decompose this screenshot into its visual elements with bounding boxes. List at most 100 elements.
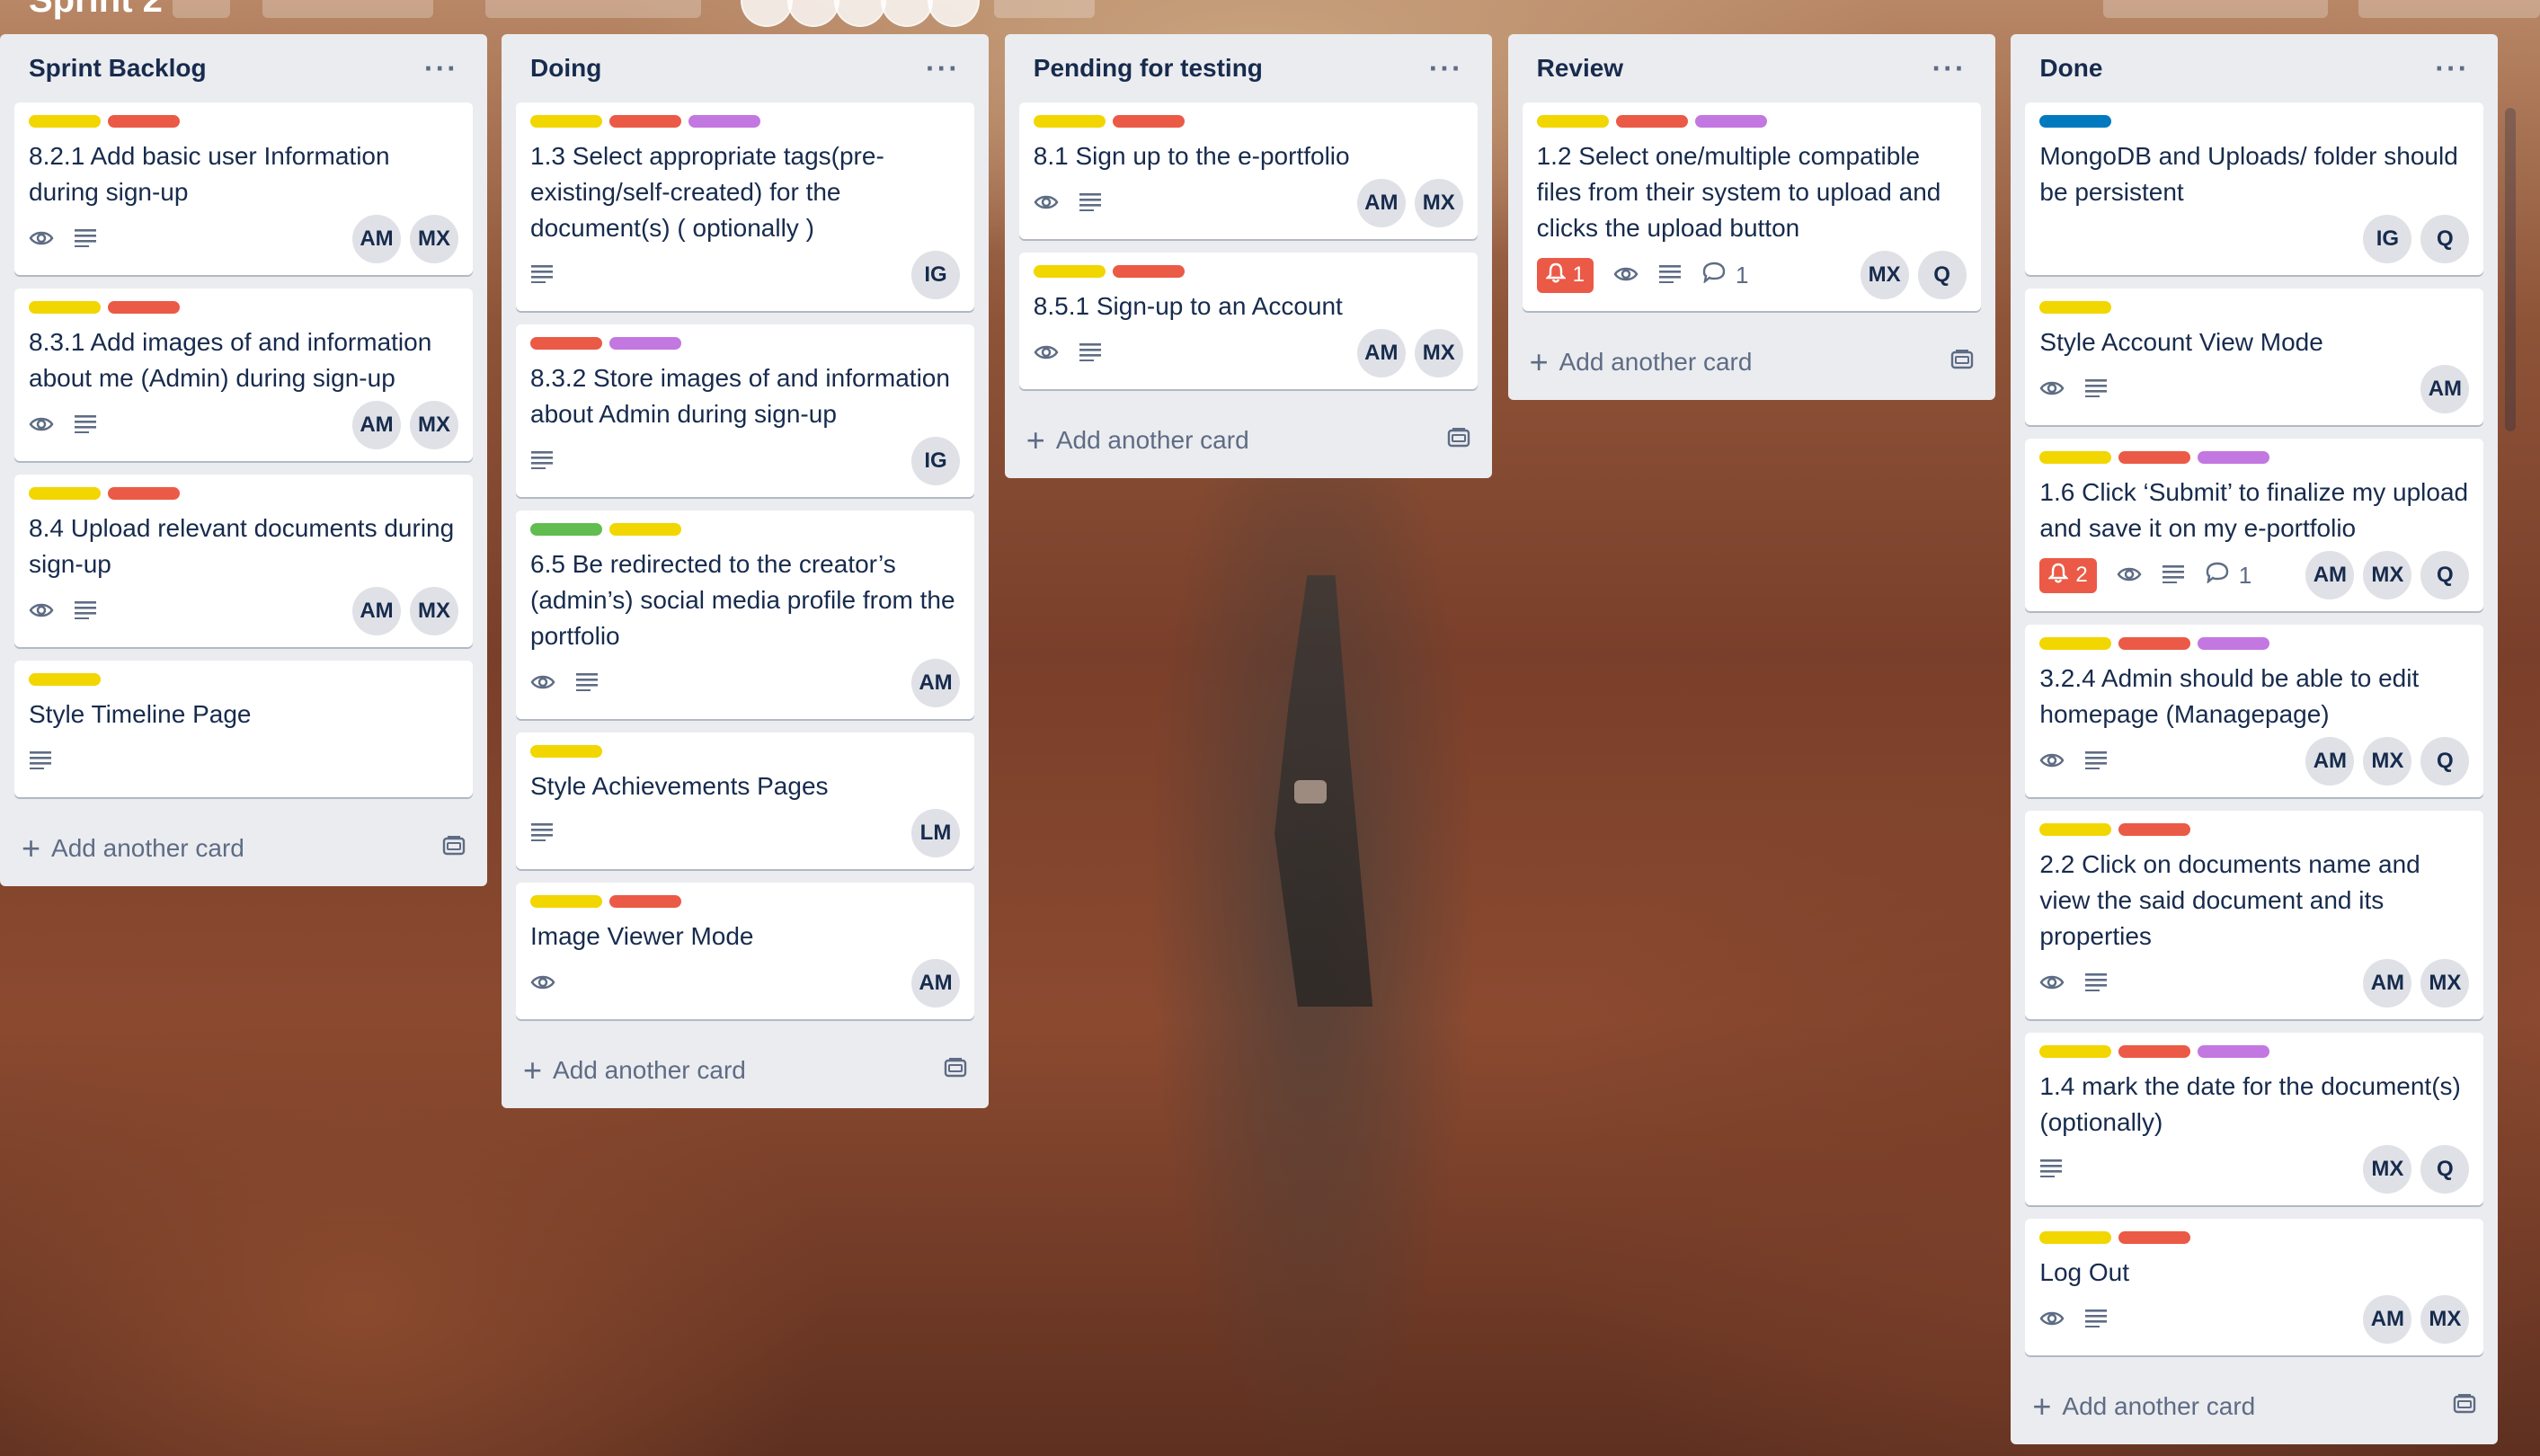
label-purple[interactable]: [2198, 1045, 2270, 1058]
member-avatar[interactable]: MX: [2420, 959, 2470, 1008]
template-icon[interactable]: [1950, 348, 1974, 377]
label-yellow[interactable]: [530, 895, 602, 908]
label-red[interactable]: [2118, 1231, 2191, 1244]
member-avatar[interactable]: MX: [410, 215, 458, 263]
card[interactable]: 8.4 Upload relevant documents during sig…: [14, 475, 473, 647]
add-card-button[interactable]: + Add another card: [14, 811, 473, 886]
list-menu-icon[interactable]: ···: [2435, 54, 2469, 83]
member-avatar[interactable]: MX: [410, 401, 458, 449]
member-avatar[interactable]: MX: [1414, 179, 1463, 227]
show-menu-button[interactable]: [2358, 0, 2540, 18]
label-blue[interactable]: [2039, 115, 2112, 128]
invite-button[interactable]: [994, 0, 1095, 18]
label-red[interactable]: [2118, 823, 2191, 836]
label-yellow[interactable]: [530, 115, 602, 128]
label-yellow[interactable]: [2039, 1045, 2112, 1058]
template-icon[interactable]: [2453, 1392, 2476, 1421]
add-card-button[interactable]: + Add another card: [1523, 324, 1981, 400]
add-card-button[interactable]: + Add another card: [516, 1033, 974, 1108]
label-yellow[interactable]: [29, 301, 101, 314]
label-purple[interactable]: [1694, 115, 1767, 128]
visibility-button[interactable]: [485, 0, 701, 18]
label-yellow[interactable]: [2039, 451, 2112, 464]
member-avatar[interactable]: [928, 0, 980, 27]
team-button[interactable]: [262, 0, 433, 18]
card[interactable]: 1.3 Select appropriate tags(pre-existing…: [516, 102, 974, 311]
list-title[interactable]: Pending for testing: [1034, 54, 1263, 83]
member-avatar[interactable]: Q: [2420, 737, 2470, 786]
member-avatar[interactable]: AM: [2305, 551, 2355, 599]
member-avatar[interactable]: Q: [2420, 215, 2470, 263]
member-avatar[interactable]: MX: [2363, 1145, 2412, 1194]
label-yellow[interactable]: [1536, 115, 1609, 128]
template-icon[interactable]: [944, 1056, 967, 1085]
member-avatar[interactable]: AM: [911, 959, 960, 1008]
label-red[interactable]: [609, 895, 681, 908]
add-card-button[interactable]: + Add another card: [2025, 1369, 2483, 1444]
due-alert-badge[interactable]: 2: [2039, 557, 2097, 593]
label-yellow[interactable]: [530, 745, 602, 758]
member-avatar[interactable]: AM: [2305, 737, 2355, 786]
label-yellow[interactable]: [29, 673, 101, 686]
member-avatar[interactable]: MX: [1414, 329, 1463, 377]
label-purple[interactable]: [688, 115, 760, 128]
label-red[interactable]: [1112, 115, 1185, 128]
list-title[interactable]: Done: [2039, 54, 2102, 83]
member-avatar[interactable]: [741, 0, 793, 27]
member-avatar[interactable]: AM: [911, 659, 960, 707]
member-avatar[interactable]: AM: [2363, 1295, 2412, 1344]
card[interactable]: 3.2.4 Admin should be able to edit homep…: [2025, 625, 2484, 797]
add-card-button[interactable]: + Add another card: [1019, 403, 1478, 478]
board-title[interactable]: Sprint 2: [29, 0, 163, 21]
card[interactable]: 1.2 Select one/multiple compatible files…: [1522, 102, 1981, 311]
label-yellow[interactable]: [1033, 265, 1106, 278]
label-yellow[interactable]: [609, 523, 681, 536]
card[interactable]: 1.4 mark the date for the document(s) (o…: [2025, 1033, 2484, 1205]
member-avatar[interactable]: AM: [2420, 365, 2470, 413]
member-avatar[interactable]: AM: [1356, 329, 1406, 377]
card[interactable]: Image Viewer Mode AM: [516, 883, 974, 1019]
list-title[interactable]: Sprint Backlog: [29, 54, 207, 83]
label-red[interactable]: [1615, 115, 1688, 128]
card[interactable]: 1.6 Click ‘Submit’ to finalize my upload…: [2025, 439, 2484, 611]
label-yellow[interactable]: [2039, 823, 2112, 836]
card[interactable]: Style Timeline Page: [14, 661, 473, 797]
label-green[interactable]: [530, 523, 602, 536]
label-yellow[interactable]: [1033, 115, 1106, 128]
list-title[interactable]: Review: [1537, 54, 1624, 83]
template-icon[interactable]: [1447, 426, 1470, 455]
list-menu-icon[interactable]: ···: [424, 54, 458, 83]
card[interactable]: MongoDB and Uploads/ folder should be pe…: [2025, 102, 2484, 275]
member-avatar[interactable]: [881, 0, 933, 27]
member-avatar[interactable]: IG: [2363, 215, 2412, 263]
member-avatar[interactable]: MX: [410, 587, 458, 635]
member-avatar[interactable]: AM: [2363, 959, 2412, 1008]
member-avatar[interactable]: IG: [911, 251, 960, 299]
label-yellow[interactable]: [2039, 301, 2112, 314]
label-red[interactable]: [609, 115, 681, 128]
member-avatar[interactable]: MX: [2363, 737, 2412, 786]
member-avatar[interactable]: MX: [1860, 251, 1909, 299]
card[interactable]: Style Account View Mode AM: [2025, 289, 2484, 425]
member-avatar[interactable]: Q: [2420, 1145, 2470, 1194]
label-red[interactable]: [108, 115, 180, 128]
star-button[interactable]: [173, 0, 230, 18]
card[interactable]: 8.3.1 Add images of and information abou…: [14, 289, 473, 461]
label-red[interactable]: [1112, 265, 1185, 278]
member-avatar[interactable]: Q: [2420, 551, 2470, 599]
due-alert-badge[interactable]: 1: [1536, 257, 1594, 293]
label-yellow[interactable]: [2039, 1231, 2112, 1244]
label-red[interactable]: [2118, 1045, 2191, 1058]
butler-button[interactable]: [2103, 0, 2328, 18]
member-avatar[interactable]: MX: [2363, 551, 2412, 599]
list-menu-icon[interactable]: ···: [926, 54, 960, 83]
member-avatar[interactable]: [834, 0, 886, 27]
label-red[interactable]: [2118, 637, 2191, 650]
list-menu-icon[interactable]: ···: [1429, 54, 1463, 83]
list-title[interactable]: Doing: [530, 54, 601, 83]
card[interactable]: 8.3.2 Store images of and information ab…: [516, 324, 974, 497]
label-purple[interactable]: [609, 337, 681, 350]
label-red[interactable]: [530, 337, 602, 350]
member-avatar[interactable]: MX: [2420, 1295, 2470, 1344]
card[interactable]: 8.1 Sign up to the e-portfolio AM MX: [1018, 102, 1478, 239]
